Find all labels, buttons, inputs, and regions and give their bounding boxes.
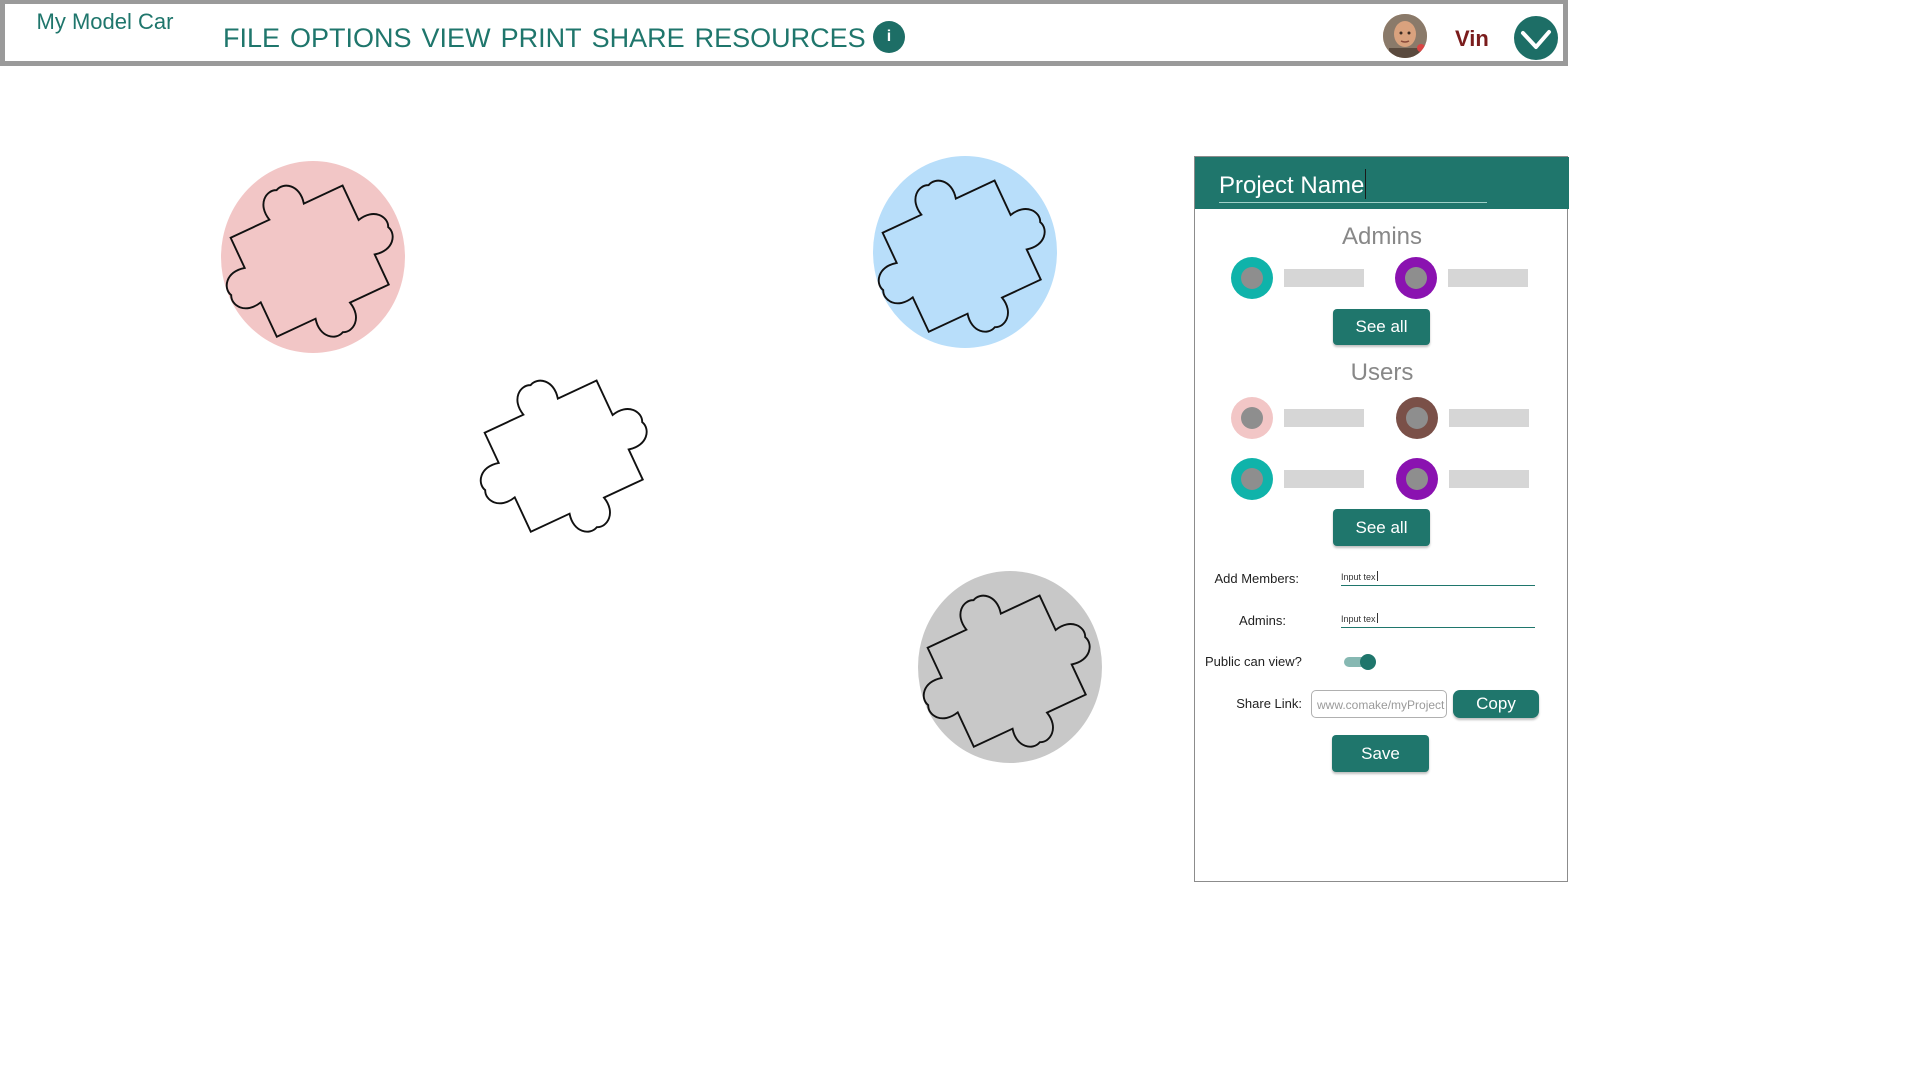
menu-print[interactable]: PRINT <box>501 22 582 54</box>
add-members-input[interactable]: Input tex <box>1341 571 1535 586</box>
menu-view[interactable]: VIEW <box>422 22 491 54</box>
users-heading: Users <box>1350 359 1414 386</box>
text-cursor <box>1365 169 1367 199</box>
account-dropdown-button[interactable] <box>1514 16 1558 60</box>
panel-header: Project Name <box>1195 157 1569 209</box>
user-name-placeholder <box>1449 409 1529 427</box>
user-avatar[interactable] <box>1396 397 1438 439</box>
info-button[interactable]: i <box>873 21 905 53</box>
puzzle-piece-red[interactable] <box>220 160 406 354</box>
share-link-label: Share Link: <box>1236 696 1302 711</box>
save-button[interactable]: Save <box>1332 735 1429 772</box>
top-bar: My Model Car FILE OPTIONS VIEW PRINT SHA… <box>0 0 1568 66</box>
user-avatar[interactable] <box>1396 458 1438 500</box>
puzzle-piece-plain[interactable] <box>474 355 660 549</box>
public-view-toggle[interactable] <box>1344 654 1376 670</box>
app-title: My Model Car <box>36 9 174 34</box>
menu-resources[interactable]: RESOURCES <box>695 22 866 54</box>
admin-name-placeholder <box>1284 269 1364 287</box>
puzzle-piece-gray[interactable] <box>917 570 1103 764</box>
main-menu: FILE OPTIONS VIEW PRINT SHARE RESOURCES <box>223 22 866 54</box>
menu-file[interactable]: FILE <box>223 22 280 54</box>
share-panel: Project Name Admins See all Users See al… <box>1194 156 1569 882</box>
admins-input-text: Input tex <box>1341 614 1376 624</box>
admin-name-placeholder <box>1448 269 1528 287</box>
menu-share[interactable]: SHARE <box>592 22 685 54</box>
user-name-placeholder <box>1284 409 1364 427</box>
admins-input[interactable]: Input tex <box>1341 613 1535 628</box>
admin-avatar[interactable] <box>1395 257 1437 299</box>
add-members-label: Add Members: <box>1214 571 1299 586</box>
see-all-users-button[interactable]: See all <box>1333 509 1430 546</box>
user-avatar[interactable] <box>1231 397 1273 439</box>
share-link-field[interactable]: www.comake/myProject <box>1311 690 1447 718</box>
menu-options[interactable]: OPTIONS <box>290 22 412 54</box>
user-name-placeholder <box>1284 470 1364 488</box>
admins-field-label: Admins: <box>1239 613 1286 628</box>
admins-heading: Admins <box>1341 223 1423 250</box>
user-avatar[interactable] <box>1231 458 1273 500</box>
puzzle-piece-blue[interactable] <box>872 155 1058 349</box>
project-name-input[interactable]: Project Name <box>1219 169 1487 203</box>
copy-link-button[interactable]: Copy <box>1453 690 1539 718</box>
project-name-text: Project Name <box>1219 172 1365 199</box>
user-name: Vin <box>1455 26 1489 51</box>
add-members-input-text: Input tex <box>1341 572 1376 582</box>
chevron-down-icon <box>1521 30 1551 49</box>
see-all-admins-button[interactable]: See all <box>1333 309 1430 345</box>
avatar-image <box>1383 14 1427 58</box>
avatar[interactable] <box>1383 14 1427 58</box>
admin-avatar[interactable] <box>1231 257 1273 299</box>
public-view-label: Public can view? <box>1205 654 1302 669</box>
user-name-placeholder <box>1449 470 1529 488</box>
